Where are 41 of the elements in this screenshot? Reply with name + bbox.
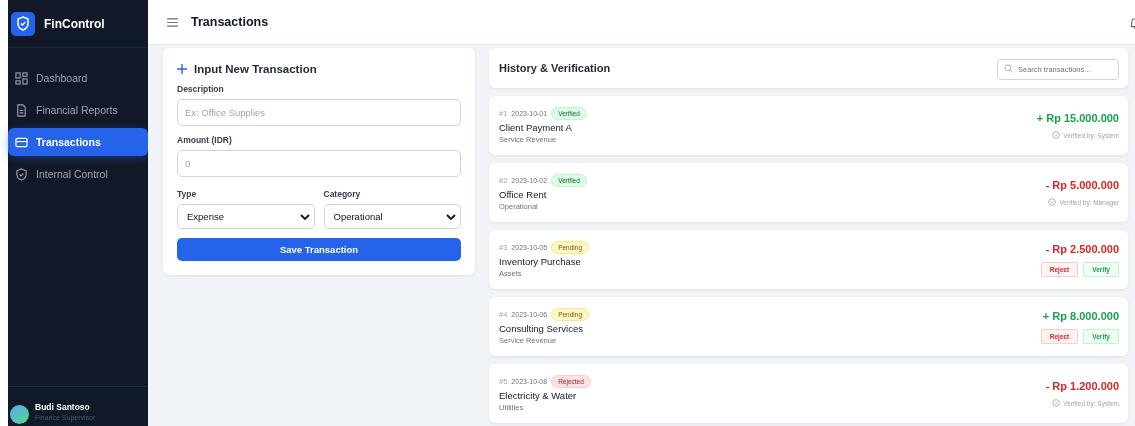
field-label: Description [177,84,225,94]
sidebar-item[interactable]: Transactions [8,128,148,156]
app-name: FinControl [44,16,105,31]
transaction-amount: + Rp 15.000.000 [1036,112,1119,124]
user-avatar [10,404,29,424]
transaction-name: Inventory Purchase [499,256,582,267]
sidebar-item[interactable]: Financial Reports [8,96,148,124]
shield-icon [15,167,28,181]
description-field[interactable]: Ex: Office Supplies [177,99,461,126]
user-name: Budi Santoso [35,401,91,412]
transaction-name: Consulting Services [499,323,584,334]
field-label: Type [177,189,198,199]
form-title: Input New Transaction [194,63,317,75]
category-dropdown[interactable]: Operational [323,204,461,229]
page-title: Transactions [191,15,269,29]
transaction-amount: + Rp 8.000.000 [1042,309,1119,322]
plus-icon [177,64,187,74]
sidebar-item[interactable]: Internal Control [8,160,148,188]
check-circle-icon [1052,131,1061,139]
chevron-down-icon [446,213,456,220]
check-circle-icon [1052,399,1061,407]
transaction-amount: - Rp 5.000.000 [1045,179,1119,191]
grid-icon [15,71,28,85]
transaction-amount: - Rp 1.200.000 [1045,380,1119,392]
transaction-amount: - Rp 2.500.000 [1045,242,1119,255]
field-label: Category [323,189,362,199]
document-icon [15,103,28,117]
transaction-name: Client Payment A [499,122,573,133]
chevron-down-icon [299,213,310,220]
section-title: History & Verification [499,62,611,74]
shield-logo-icon [11,11,35,36]
sidebar-item[interactable]: Dashboard [8,64,148,92]
transaction-name: Office Rent [499,189,548,200]
field-label: Amount (IDR) [177,135,233,145]
transaction-name: Electricity & Water [499,390,578,401]
menu-icon[interactable] [167,17,178,27]
check-circle-icon [1048,198,1057,206]
save-button[interactable]: Save Transaction [177,238,461,261]
card-icon [15,135,28,149]
type-dropdown[interactable]: Expense [177,204,315,229]
amount-field[interactable]: 0 [177,150,461,177]
